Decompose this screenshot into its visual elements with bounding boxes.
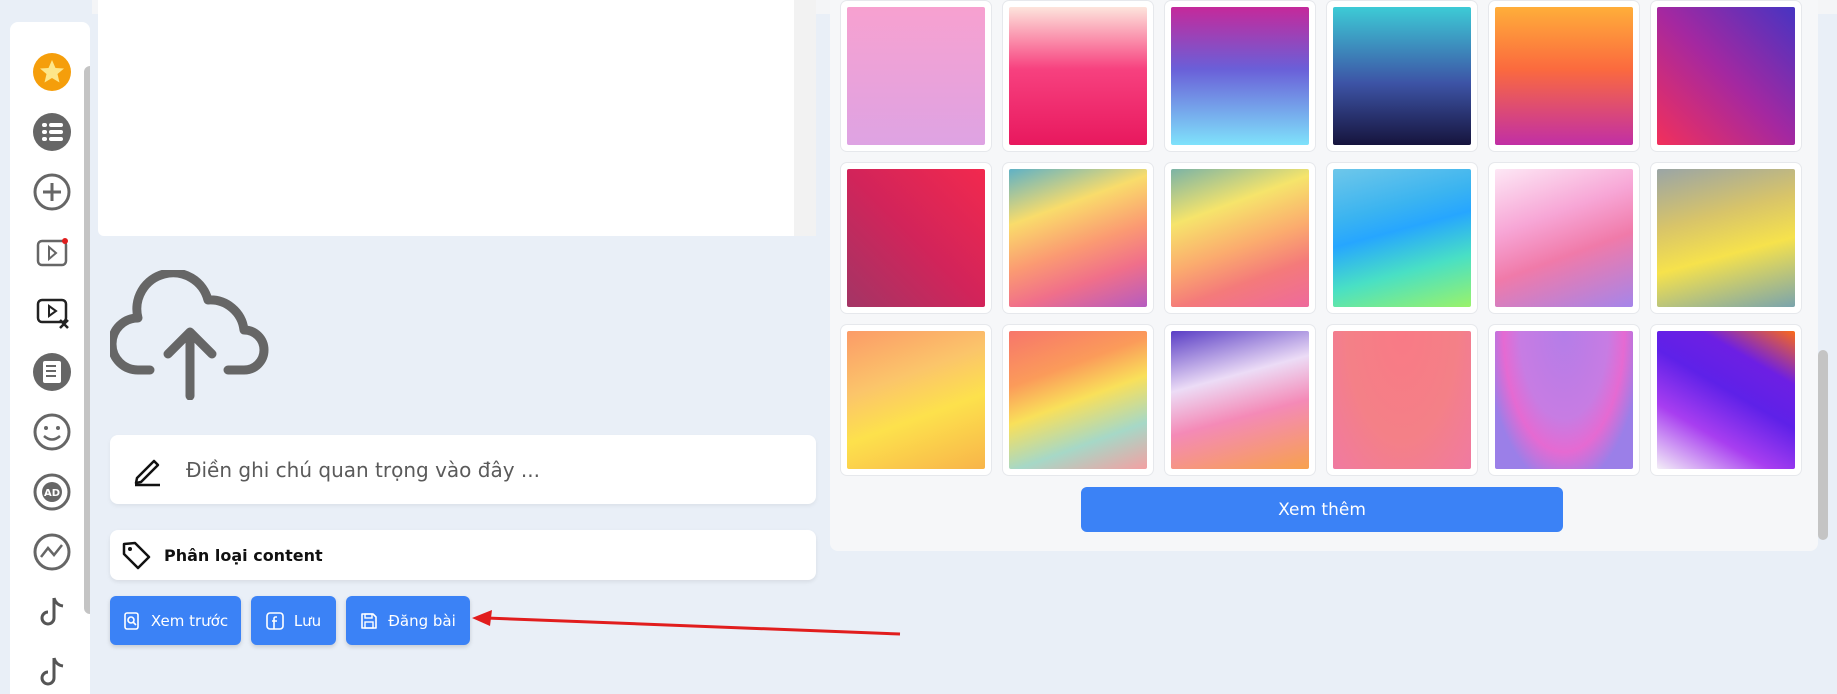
background-tile[interactable]	[1651, 1, 1801, 151]
annotation-arrow	[472, 610, 901, 636]
smile-icon[interactable]	[30, 410, 74, 454]
background-tile[interactable]	[1489, 325, 1639, 475]
post-button[interactable]: Đăng bài	[346, 596, 470, 645]
preview-button[interactable]: Xem trước	[110, 596, 241, 645]
background-tile[interactable]	[1165, 163, 1315, 313]
background-tile[interactable]	[1489, 1, 1639, 151]
background-tile[interactable]	[1165, 325, 1315, 475]
facebook-icon	[266, 611, 284, 630]
background-tile[interactable]	[1327, 163, 1477, 313]
note-input[interactable]	[186, 457, 786, 482]
background-tile[interactable]	[1165, 1, 1315, 151]
star-icon[interactable]	[30, 50, 74, 94]
see-more-label: Xem thêm	[1278, 499, 1366, 520]
page-scrollbar[interactable]	[1818, 350, 1828, 540]
background-tile[interactable]	[1003, 325, 1153, 475]
preview-icon	[124, 611, 139, 630]
video-icon[interactable]	[30, 230, 74, 274]
post-label: Đăng bài	[388, 611, 456, 630]
background-tile[interactable]	[1327, 1, 1477, 151]
analytics-icon[interactable]	[30, 530, 74, 574]
background-tile[interactable]	[841, 1, 991, 151]
see-more-button[interactable]: Xem thêm	[1081, 487, 1563, 532]
sidebar-scrollbar[interactable]	[84, 66, 90, 614]
tiktok-icon[interactable]	[30, 590, 74, 634]
pencil-icon	[134, 459, 160, 486]
sidebar: AD	[10, 22, 90, 694]
list-icon[interactable]	[30, 110, 74, 154]
editor-scrollbar[interactable]	[794, 0, 816, 236]
content-editor[interactable]	[98, 0, 816, 236]
note-field[interactable]	[110, 435, 816, 504]
tiktok-icon-2[interactable]	[30, 650, 74, 694]
video-remove-icon[interactable]	[30, 290, 74, 334]
background-tile[interactable]	[1003, 163, 1153, 313]
background-tile[interactable]	[1651, 325, 1801, 475]
ad-icon[interactable]: AD	[30, 470, 74, 514]
preview-label: Xem trước	[150, 611, 229, 630]
background-tile[interactable]	[841, 325, 991, 475]
add-icon[interactable]	[30, 170, 74, 214]
tag-icon	[122, 541, 151, 570]
background-tile[interactable]	[1651, 163, 1801, 313]
background-tile[interactable]	[1327, 325, 1477, 475]
cloud-upload-icon[interactable]	[107, 268, 272, 401]
background-tile[interactable]	[1489, 163, 1639, 313]
content-category-label: Phân loại content	[164, 545, 323, 565]
document-icon[interactable]	[30, 350, 74, 394]
floppy-disk-icon	[361, 612, 378, 629]
svg-text:AD: AD	[44, 488, 60, 499]
background-tile[interactable]	[1003, 1, 1153, 151]
save-button[interactable]: Lưu	[251, 596, 336, 645]
save-label: Lưu	[293, 611, 322, 630]
content-category-field[interactable]: Phân loại content	[110, 530, 816, 580]
background-tile[interactable]	[841, 163, 991, 313]
